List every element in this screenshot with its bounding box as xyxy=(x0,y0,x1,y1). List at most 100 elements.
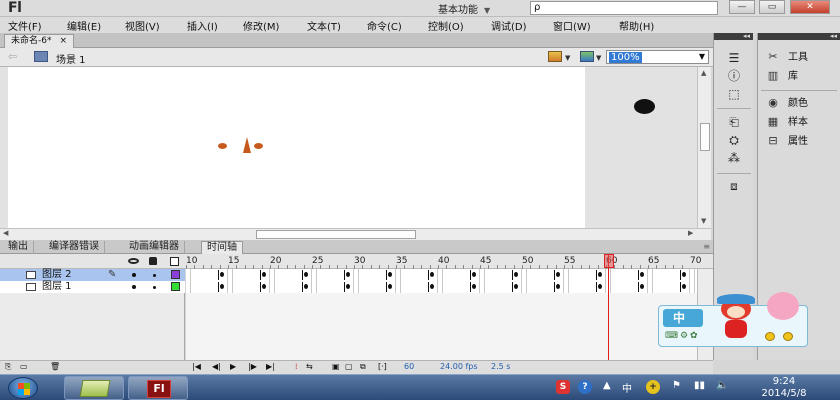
keyframe[interactable] xyxy=(304,272,308,277)
panel-properties[interactable]: ⊟ 属性 xyxy=(764,133,808,149)
info-icon[interactable]: ⓘ xyxy=(726,69,742,83)
dock-header[interactable]: ◂◂ xyxy=(714,32,753,40)
minimize-button[interactable]: — xyxy=(729,0,755,14)
keyframe[interactable] xyxy=(220,272,224,277)
close-button[interactable]: ✕ xyxy=(790,0,830,14)
lock-dot[interactable] xyxy=(153,274,156,277)
edit-symbols-icon[interactable] xyxy=(548,51,562,62)
keyframe[interactable] xyxy=(682,272,686,277)
pasteboard[interactable] xyxy=(0,67,697,228)
onion-outline-icon[interactable]: ▢ xyxy=(345,362,353,371)
zoom-select[interactable]: 100% ▼ xyxy=(606,50,709,64)
stage-canvas[interactable] xyxy=(8,67,585,228)
keyframe[interactable] xyxy=(430,272,434,277)
ime-toolbar[interactable]: 中 ⌨⚙✿ xyxy=(658,292,808,347)
collapse-icon[interactable]: ◂◂ xyxy=(743,32,750,40)
keyframe[interactable] xyxy=(388,272,392,277)
visibility-dot[interactable] xyxy=(132,273,136,277)
edit-multiple-icon[interactable]: ⧉ xyxy=(360,362,366,372)
panel-color[interactable]: ◉ 颜色 xyxy=(764,95,808,111)
scroll-left-icon[interactable]: ◀ xyxy=(3,229,8,237)
scroll-down-icon[interactable]: ▼ xyxy=(701,217,706,225)
prev-frame-icon[interactable]: ◀| xyxy=(212,362,221,371)
keyframe[interactable] xyxy=(556,284,560,289)
keyframe[interactable] xyxy=(262,284,266,289)
keyframe[interactable] xyxy=(514,284,518,289)
loop-icon[interactable]: ⇆ xyxy=(306,362,313,371)
collapse-icon[interactable]: ◂◂ xyxy=(830,32,837,40)
current-frame[interactable]: 60 xyxy=(404,362,414,371)
menu-debug[interactable]: 调试(D) xyxy=(491,18,527,33)
tab-motion-editor[interactable]: 动画编辑器 xyxy=(124,241,185,254)
frame-ruler[interactable]: 10 15 20 25 30 35 40 45 50 55 60 65 70 xyxy=(186,254,701,269)
frame-rate[interactable]: 24.00 fps xyxy=(440,362,478,371)
keyframe[interactable] xyxy=(220,284,224,289)
components-icon[interactable]: ⛭ xyxy=(726,133,742,147)
keyframe[interactable] xyxy=(346,272,350,277)
tray-ime-icon[interactable]: 中 xyxy=(622,380,632,395)
scroll-right-icon[interactable]: ▶ xyxy=(688,229,693,237)
keyframe[interactable] xyxy=(388,284,392,289)
stage-vertical-scrollbar[interactable]: ▲ ▼ xyxy=(697,67,711,228)
transform-icon[interactable]: ⬚ xyxy=(726,87,742,101)
system-clock[interactable]: 9:24 2014/5/8 xyxy=(744,376,824,400)
lock-icon[interactable] xyxy=(149,257,157,265)
outline-icon[interactable] xyxy=(170,257,179,266)
layer-color-swatch[interactable] xyxy=(171,270,180,279)
play-icon[interactable]: ▶ xyxy=(230,362,236,371)
keyframe[interactable] xyxy=(430,284,434,289)
panel-menu-icon[interactable]: ≡ xyxy=(703,242,710,251)
keyframe[interactable] xyxy=(514,272,518,277)
menu-commands[interactable]: 命令(C) xyxy=(367,18,402,33)
tab-compiler-errors[interactable]: 编译器错误 xyxy=(44,241,105,254)
layer-row[interactable]: 图层 1 xyxy=(0,281,185,293)
shape-right-dot[interactable] xyxy=(254,143,263,149)
menu-text[interactable]: 文本(T) xyxy=(307,18,341,33)
shape-cone[interactable] xyxy=(243,137,251,153)
keyframe[interactable] xyxy=(640,284,644,289)
tray-sogou-icon[interactable]: S xyxy=(556,380,570,394)
menu-window[interactable]: 窗口(W) xyxy=(553,18,591,33)
tray-expand-icon[interactable]: ▲ xyxy=(603,380,611,391)
frame-row[interactable] xyxy=(186,269,697,281)
menu-modify[interactable]: 修改(M) xyxy=(243,18,279,33)
keyframe[interactable] xyxy=(304,284,308,289)
keyframe[interactable] xyxy=(682,284,686,289)
stage-horizontal-scrollbar[interactable]: ◀ ▶ xyxy=(0,228,711,240)
restore-button[interactable]: ▭ xyxy=(759,0,785,14)
tray-help-icon[interactable]: ? xyxy=(578,380,592,394)
keyframe[interactable] xyxy=(640,272,644,277)
keyframe[interactable] xyxy=(262,272,266,277)
keyframe[interactable] xyxy=(472,284,476,289)
close-tab-icon[interactable]: × xyxy=(59,36,67,46)
ime-mode-button[interactable]: 中 xyxy=(663,309,703,327)
onion-markers-icon[interactable]: [·] xyxy=(378,362,387,371)
layer-color-swatch[interactable] xyxy=(171,282,180,291)
tray-network-icon[interactable]: ▮▮ xyxy=(694,380,705,391)
panel-swatches[interactable]: ▦ 样本 xyxy=(764,114,808,130)
layer-name[interactable]: 图层 2 xyxy=(42,269,72,281)
scroll-thumb[interactable] xyxy=(700,123,710,151)
edit-scene-icon[interactable] xyxy=(580,51,594,62)
help-search-input[interactable]: ρ xyxy=(530,1,718,15)
menu-insert[interactable]: 插入(I) xyxy=(187,18,218,33)
new-folder-icon[interactable]: ▭ xyxy=(20,362,28,371)
keyframe[interactable] xyxy=(598,272,602,277)
layer-name[interactable]: 图层 1 xyxy=(42,281,72,293)
motion-presets-icon[interactable]: ⧈ xyxy=(726,179,742,193)
keyframe[interactable] xyxy=(346,284,350,289)
scroll-thumb[interactable] xyxy=(256,230,416,239)
eye-icon[interactable] xyxy=(128,258,139,264)
shape-black-ball[interactable] xyxy=(634,99,655,114)
first-frame-icon[interactable]: |◀ xyxy=(192,362,201,371)
menu-edit[interactable]: 编辑(E) xyxy=(67,18,101,33)
taskbar-flash-app[interactable]: Fl xyxy=(128,376,188,400)
menu-file[interactable]: 文件(F) xyxy=(8,18,42,33)
frame-row[interactable] xyxy=(186,281,697,293)
delete-layer-icon[interactable]: 🗑 xyxy=(50,362,60,371)
tray-security-icon[interactable]: + xyxy=(646,380,660,394)
keyframe[interactable] xyxy=(472,272,476,277)
onion-skin-icon[interactable]: ▣ xyxy=(332,362,340,371)
frame-grid[interactable] xyxy=(186,269,697,360)
align-icon[interactable]: ☰ xyxy=(726,51,742,65)
